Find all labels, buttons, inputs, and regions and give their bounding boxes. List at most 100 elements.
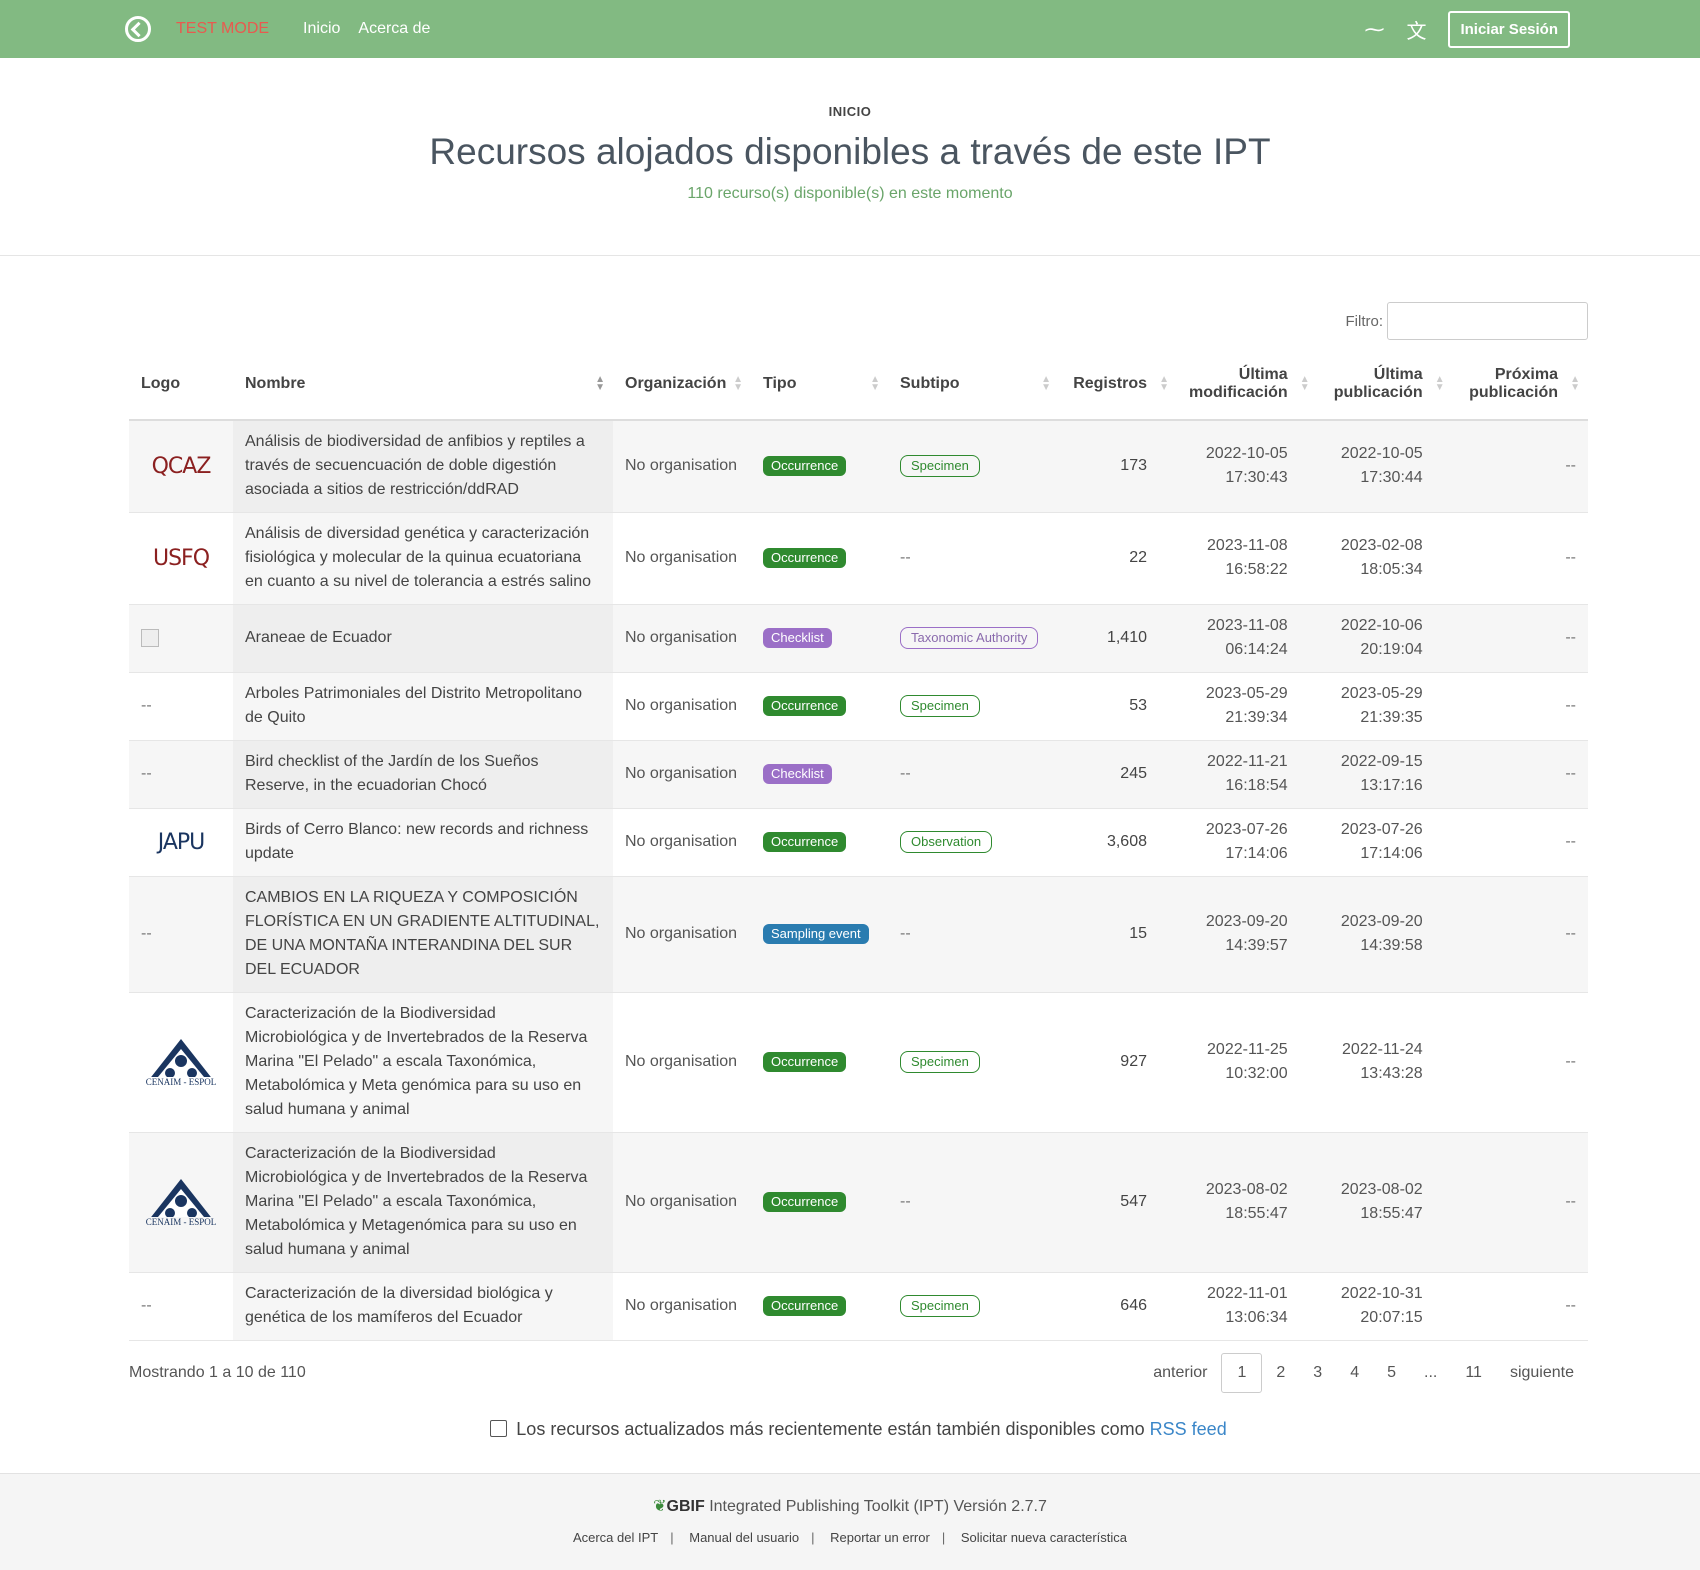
cell-name[interactable]: Caracterización de la Biodiversidad Micr… bbox=[233, 992, 613, 1133]
header-type[interactable]: Tipo ▲ ▼ bbox=[751, 348, 888, 421]
header-next[interactable]: Próxima publicación ▲ ▼ bbox=[1452, 348, 1588, 421]
cell-name[interactable]: Análisis de diversidad genética y caract… bbox=[233, 512, 613, 605]
published-date: 2022-10-31 bbox=[1340, 1285, 1423, 1302]
footer-link-feature-request[interactable]: Solicitar nueva característica bbox=[961, 1530, 1127, 1545]
pager-page-1[interactable]: 1 bbox=[1221, 1352, 1263, 1393]
pager-prev[interactable]: anterior bbox=[1139, 1356, 1221, 1390]
sort-icon[interactable]: ▲ ▼ bbox=[1435, 374, 1445, 392]
separator: | bbox=[941, 1530, 946, 1545]
ipt-logo-icon[interactable] bbox=[125, 16, 151, 42]
pager-next[interactable]: siguiente bbox=[1496, 1356, 1588, 1390]
cell-name[interactable]: Caracterización de la Biodiversidad Micr… bbox=[233, 1132, 613, 1273]
sort-icon[interactable]: ▲ ▼ bbox=[1570, 374, 1580, 392]
cell-logo[interactable]: -- bbox=[129, 672, 233, 741]
header-modified[interactable]: Última modificación ▲ ▼ bbox=[1177, 348, 1318, 421]
header-logo: Logo bbox=[129, 348, 233, 421]
nav-link-inicio[interactable]: Inicio bbox=[303, 20, 340, 38]
organisation-text: No organisation bbox=[625, 549, 738, 566]
cell-name[interactable]: Birds of Cerro Blanco: new records and r… bbox=[233, 808, 613, 877]
sort-icon[interactable]: ▲ ▼ bbox=[870, 374, 880, 392]
footer-link-about[interactable]: Acerca del IPT bbox=[573, 1530, 658, 1545]
pager-page-4[interactable]: 4 bbox=[1336, 1356, 1373, 1390]
next-publication: -- bbox=[1565, 1193, 1576, 1210]
cell-logo[interactable]: USFQ bbox=[129, 512, 233, 605]
footer-link-manual[interactable]: Manual del usuario bbox=[689, 1530, 799, 1545]
pager-page-5[interactable]: 5 bbox=[1373, 1356, 1410, 1390]
resource-name-link[interactable]: Bird checklist of the Jardín de los Sueñ… bbox=[245, 753, 539, 794]
cell-modified: 2023-08-02 18:55:47 bbox=[1177, 1132, 1318, 1273]
pager-page-3[interactable]: 3 bbox=[1299, 1356, 1336, 1390]
subtype-empty: -- bbox=[900, 765, 911, 782]
cell-logo[interactable]: -- bbox=[129, 1272, 233, 1341]
cell-modified: 2022-10-05 17:30:43 bbox=[1177, 420, 1318, 513]
table-row: CENAIM - ESPOL Caracterización de la Bio… bbox=[129, 992, 1588, 1133]
resources-table: Logo Nombre ▲ ▼ Organización ▲ ▼ Tipo ▲ ▼ Subt… bbox=[129, 348, 1588, 1341]
published-time: 18:55:47 bbox=[1360, 1205, 1423, 1222]
header-org[interactable]: Organización ▲ ▼ bbox=[613, 348, 751, 421]
cell-published: 2023-08-02 18:55:47 bbox=[1317, 1132, 1453, 1273]
resource-name-link[interactable]: CAMBIOS EN LA RIQUEZA Y COMPOSICIÓN FLOR… bbox=[245, 889, 599, 978]
nav-link-acerca[interactable]: Acerca de bbox=[358, 20, 430, 38]
header-org-label: Organización bbox=[625, 374, 727, 392]
resource-name-link[interactable]: Análisis de diversidad genética y caract… bbox=[245, 525, 591, 590]
published-time: 17:30:44 bbox=[1360, 469, 1423, 487]
cell-subtype: Taxonomic Authority bbox=[888, 604, 1059, 673]
filter-input[interactable] bbox=[1387, 302, 1588, 340]
resource-name-link[interactable]: Análisis de biodiversidad de anfibios y … bbox=[245, 433, 585, 498]
pager-page-2[interactable]: 2 bbox=[1262, 1356, 1299, 1390]
records-count: 3,608 bbox=[1106, 833, 1147, 850]
footer-link-report-bug[interactable]: Reportar un error bbox=[830, 1530, 930, 1545]
resource-name-link[interactable]: Araneae de Ecuador bbox=[245, 629, 392, 646]
cell-name[interactable]: Arboles Patrimoniales del Distrito Metro… bbox=[233, 672, 613, 741]
rss-link[interactable]: RSS feed bbox=[1150, 1419, 1227, 1439]
footer: ❦GBIF Integrated Publishing Toolkit (IPT… bbox=[0, 1473, 1700, 1570]
cell-org: No organisation bbox=[613, 512, 751, 605]
header-name-label: Nombre bbox=[245, 374, 306, 392]
resource-name-link[interactable]: Caracterización de la Biodiversidad Micr… bbox=[245, 1145, 587, 1258]
cell-logo[interactable]: -- bbox=[129, 876, 233, 993]
cell-logo[interactable]: QCAZ bbox=[129, 420, 233, 513]
cell-logo[interactable] bbox=[129, 604, 233, 673]
cell-name[interactable]: CAMBIOS EN LA RIQUEZA Y COMPOSICIÓN FLOR… bbox=[233, 876, 613, 993]
breadcrumb[interactable]: INICIO bbox=[0, 104, 1700, 119]
sort-icon[interactable]: ▲ ▼ bbox=[733, 374, 743, 392]
pager-page-11[interactable]: 11 bbox=[1451, 1356, 1496, 1390]
cell-logo[interactable]: CENAIM - ESPOL bbox=[129, 1132, 233, 1273]
translate-icon[interactable]: 文 bbox=[1406, 15, 1426, 44]
resource-name-link[interactable]: Caracterización de la Biodiversidad Micr… bbox=[245, 1005, 587, 1118]
cell-logo[interactable]: -- bbox=[129, 740, 233, 809]
table-row: -- CAMBIOS EN LA RIQUEZA Y COMPOSICIÓN F… bbox=[129, 876, 1588, 993]
filter-row: Filtro: bbox=[129, 302, 1588, 340]
login-button[interactable]: Iniciar Sesión bbox=[1448, 10, 1570, 48]
header-subtype[interactable]: Subtipo ▲ ▼ bbox=[888, 348, 1059, 421]
cell-name[interactable]: Bird checklist of the Jardín de los Sueñ… bbox=[233, 740, 613, 809]
header-records[interactable]: Registros ▲ ▼ bbox=[1059, 348, 1177, 421]
modified-date: 2023-08-02 bbox=[1205, 1181, 1288, 1198]
resource-name-link[interactable]: Arboles Patrimoniales del Distrito Metro… bbox=[245, 685, 582, 726]
resource-name-link[interactable]: Caracterización de la diversidad biológi… bbox=[245, 1285, 553, 1326]
cell-type: Checklist bbox=[751, 740, 888, 809]
records-count: 1,410 bbox=[1106, 629, 1147, 646]
subtype-empty: -- bbox=[900, 1193, 911, 1210]
pagination: anterior 1 2 3 4 5 ... 11 siguiente bbox=[1139, 1352, 1588, 1393]
records-count: 15 bbox=[1129, 925, 1147, 942]
cell-modified: 2023-07-26 17:14:06 bbox=[1177, 808, 1318, 877]
health-icon[interactable]: ⁓ bbox=[1364, 17, 1384, 42]
header-published[interactable]: Última publicación ▲ ▼ bbox=[1317, 348, 1453, 421]
sort-icon[interactable]: ▲ ▼ bbox=[1159, 374, 1169, 392]
cell-name[interactable]: Araneae de Ecuador bbox=[233, 604, 613, 673]
table-row: -- Bird checklist of the Jardín de los S… bbox=[129, 740, 1588, 809]
cell-logo[interactable]: JAPU bbox=[129, 808, 233, 877]
resource-name-link[interactable]: Birds of Cerro Blanco: new records and r… bbox=[245, 821, 588, 862]
modified-time: 17:30:43 bbox=[1225, 469, 1288, 487]
cell-name[interactable]: Análisis de biodiversidad de anfibios y … bbox=[233, 420, 613, 513]
cell-logo[interactable]: CENAIM - ESPOL bbox=[129, 992, 233, 1133]
header-name[interactable]: Nombre ▲ ▼ bbox=[233, 348, 613, 421]
sort-icon[interactable]: ▲ ▼ bbox=[1300, 374, 1310, 392]
gbif-logo-text[interactable]: GBIF bbox=[667, 1498, 705, 1515]
nav-right: ⁓ 文 Iniciar Sesión bbox=[1364, 10, 1570, 48]
sort-icon[interactable]: ▲ ▼ bbox=[595, 374, 605, 392]
cell-name[interactable]: Caracterización de la diversidad biológi… bbox=[233, 1272, 613, 1341]
table-row: -- Caracterización de la diversidad biol… bbox=[129, 1272, 1588, 1341]
sort-icon[interactable]: ▲ ▼ bbox=[1041, 374, 1051, 392]
